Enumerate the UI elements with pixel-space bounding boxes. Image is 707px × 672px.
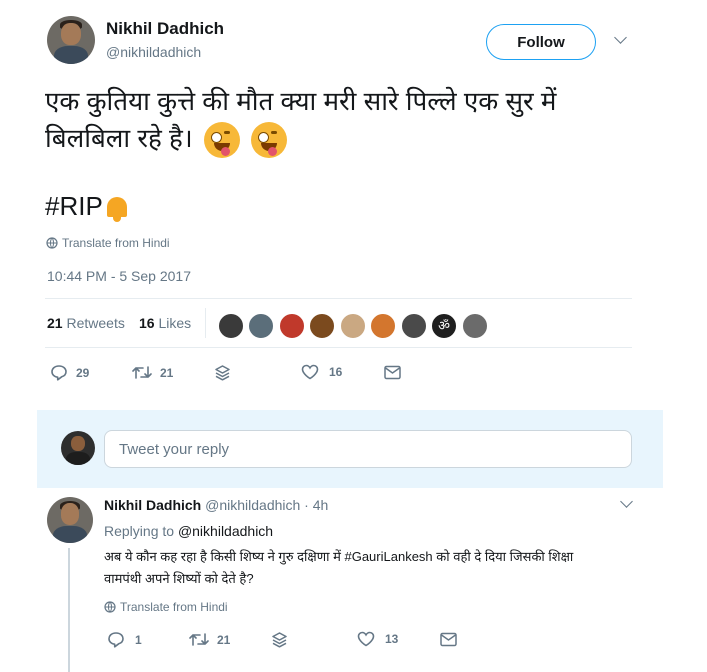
tweet-timestamp[interactable]: 10:44 PM - 5 Sep 2017	[47, 268, 191, 284]
likes-stat[interactable]: 16 Likes	[139, 315, 191, 331]
stack-icon	[215, 365, 230, 381]
reply-text-line2: वामपंथी अपने शिष्यों को देते है?	[104, 571, 254, 586]
globe-icon	[46, 237, 58, 249]
chevron-down-icon	[613, 31, 627, 44]
tweet-hashtag-line: #RIP	[45, 190, 131, 223]
chevron-down-icon	[619, 495, 633, 508]
author-handle[interactable]: @nikhildadhich	[106, 44, 201, 60]
reply-stack-action[interactable]	[271, 632, 288, 653]
reply-like-count: 13	[385, 632, 399, 646]
stack-action[interactable]	[214, 365, 231, 386]
bell-emoji-icon	[103, 193, 131, 223]
reply-author-handle[interactable]: @nikhildadhich	[205, 497, 300, 513]
hashtag-rip[interactable]: #RIP	[45, 191, 103, 221]
translate-label: Translate from Hindi	[62, 236, 170, 250]
globe-icon	[104, 601, 116, 613]
reply-reply-count: 1	[135, 632, 142, 647]
tweet-text-line2-text: बिलबिला रहे है।	[45, 123, 193, 153]
liker-avatar[interactable]	[309, 313, 335, 339]
liker-avatar[interactable]	[340, 313, 366, 339]
reply-message-action[interactable]	[440, 632, 457, 652]
envelope-icon	[384, 365, 401, 380]
retweet-icon	[132, 366, 152, 379]
reply-retweet-count: 21	[217, 632, 231, 647]
reply-count: 29	[76, 365, 90, 380]
reply-header: Nikhil Dadhich @nikhildadhich · 4h	[104, 497, 328, 513]
retweet-action[interactable]: 21	[132, 365, 173, 380]
reply-like-action[interactable]: 13	[357, 631, 398, 647]
heart-icon	[301, 364, 319, 380]
reply-translate-label: Translate from Hindi	[120, 600, 228, 614]
replying-handle[interactable]: @nikhildadhich	[178, 523, 273, 539]
likes-count: 16	[139, 315, 155, 331]
heart-icon	[357, 631, 375, 647]
current-user-avatar[interactable]	[61, 431, 95, 465]
retweet-count: 21	[160, 365, 174, 380]
retweet-icon	[189, 633, 209, 646]
retweets-label: Retweets	[66, 315, 125, 331]
replying-prefix: Replying to	[104, 523, 175, 539]
reply-menu-caret[interactable]	[616, 495, 636, 513]
tweet-text-line1: एक कुतिया कुत्ते की मौत क्या मरी सारे पि…	[45, 86, 557, 116]
likes-label: Likes	[158, 315, 192, 331]
winking-tongue-emoji-icon	[251, 122, 288, 159]
message-action[interactable]	[384, 365, 401, 385]
reply-reply-action[interactable]: 1	[107, 631, 142, 648]
liker-avatar[interactable]	[248, 313, 274, 339]
reply-retweet-action[interactable]: 21	[189, 632, 230, 647]
liker-avatar[interactable]	[462, 313, 488, 339]
liker-avatar[interactable]: ॐ	[431, 313, 457, 339]
like-action[interactable]: 16	[301, 364, 342, 380]
reply-input[interactable]: Tweet your reply	[104, 430, 632, 468]
reply-icon	[51, 365, 67, 381]
reply-action[interactable]: 29	[50, 364, 89, 381]
retweets-stat[interactable]: 21 Retweets	[47, 315, 125, 331]
stack-icon	[272, 632, 287, 648]
reply-author-name[interactable]: Nikhil Dadhich	[104, 497, 201, 513]
liker-avatar[interactable]	[401, 313, 427, 339]
reply-author-avatar[interactable]	[47, 497, 93, 543]
liker-avatar[interactable]	[370, 313, 396, 339]
tweet-text-line2: बिलबिला रहे है।	[45, 120, 288, 159]
divider	[45, 298, 632, 299]
translate-link[interactable]: Translate from Hindi	[46, 236, 170, 250]
reply-time[interactable]: · 4h	[304, 497, 328, 513]
reply-icon	[108, 632, 124, 648]
liker-avatar[interactable]	[218, 313, 244, 339]
follow-button[interactable]: Follow	[486, 24, 596, 60]
like-count: 16	[329, 365, 343, 379]
envelope-icon	[440, 632, 457, 647]
author-name[interactable]: Nikhil Dadhich	[106, 19, 224, 39]
winking-tongue-emoji-icon	[203, 122, 240, 159]
author-avatar[interactable]	[47, 16, 95, 64]
reply-text-line1: अब ये कौन कह रहा है किसी शिष्य ने गुरु द…	[104, 549, 574, 564]
reply-translate-link[interactable]: Translate from Hindi	[104, 600, 228, 614]
divider	[45, 347, 632, 348]
liker-avatar[interactable]	[279, 313, 305, 339]
replying-to: Replying to @nikhildadhich	[104, 523, 273, 539]
tweet-menu-caret[interactable]	[610, 31, 630, 49]
thread-line	[68, 548, 70, 672]
stats-separator	[205, 308, 206, 338]
retweets-count: 21	[47, 315, 63, 331]
